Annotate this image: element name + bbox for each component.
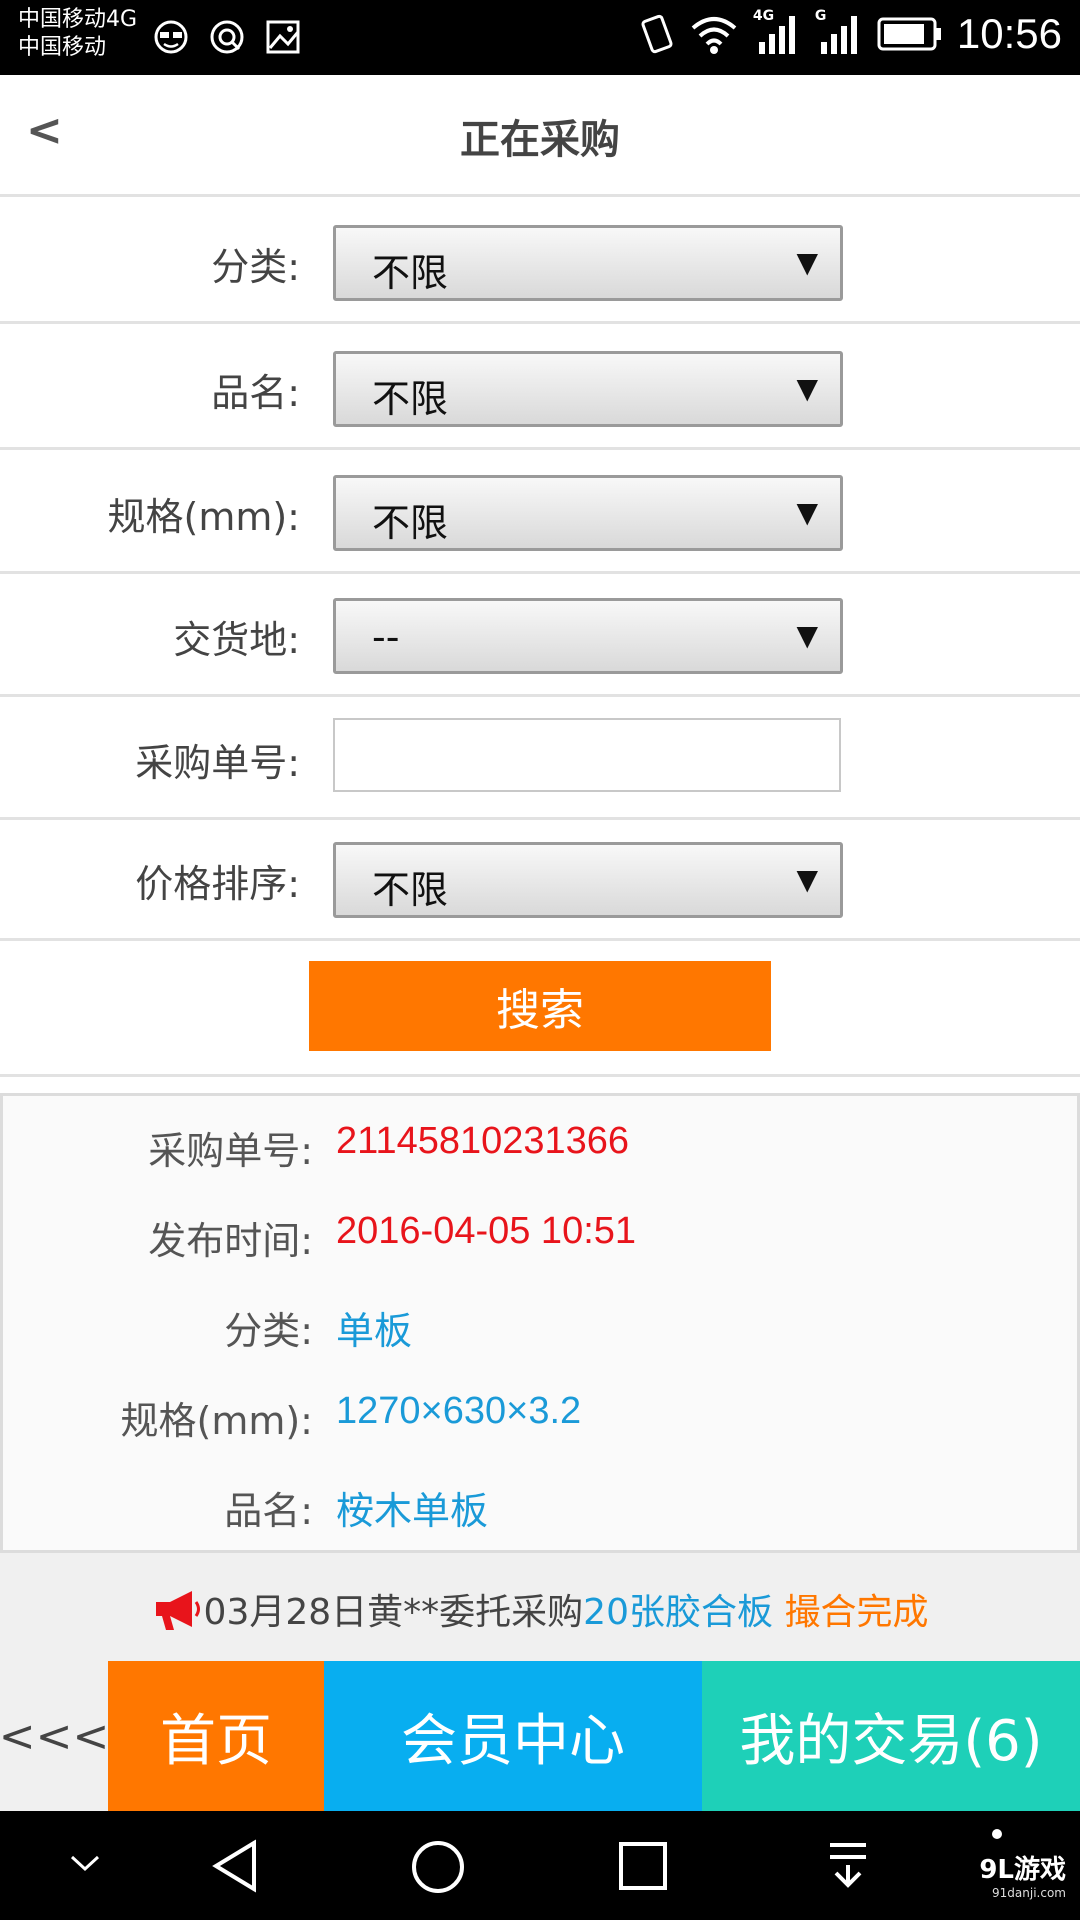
result-category-row: 分类: 单板 [3,1282,1077,1372]
delivery-select[interactable]: -- ▼ [333,598,843,674]
result-order-no-value: 21145810231366 [336,1120,630,1162]
result-order-no-label: 采购单号: [148,1129,313,1173]
result-category-label: 分类: [224,1309,313,1353]
vibrate-icon [641,14,673,54]
signal-4g-icon: 4G [753,8,801,56]
app-header: < 正在采购 [0,75,1080,197]
carrier-line-1: 中国移动4G [18,7,138,32]
nav-home-button[interactable]: 首页 [108,1661,324,1811]
home-circle-icon[interactable] [410,1839,466,1895]
nav-back-button[interactable]: <<< [0,1661,109,1811]
search-area: 搜索 [0,940,1080,1077]
category-select[interactable]: 不限 ▼ [333,225,843,301]
nav-my-trades-button[interactable]: 我的交易(6) [702,1661,1080,1811]
price-sort-select-value: 不限 [372,868,449,912]
signal-g-icon: G [815,8,863,56]
notice-message: 03月28日黄**委托采购20张胶合板 撮合完成 [0,1583,1080,1635]
dropdown-arrow-icon: ▼ [796,246,818,279]
product-select-value: 不限 [372,377,449,421]
notification-icons [152,18,302,56]
result-product-label: 品名: [224,1489,313,1533]
category-label: 分类: [211,245,300,289]
filter-row-price-sort: 价格排序: 不限 ▼ [0,817,1080,941]
notification-pulldown-icon[interactable] [826,1839,870,1891]
price-sort-label: 价格排序: [135,862,300,906]
bottom-nav: <<< 首页 会员中心 我的交易(6) [0,1661,1080,1811]
result-product-value: 桉木单板 [336,1491,489,1533]
result-spec-value: 1270×630×3.2 [336,1390,582,1432]
result-order-no-row: 采购单号: 21145810231366 [3,1102,1077,1192]
result-spec-row: 规格(mm): 1270×630×3.2 [3,1372,1077,1462]
category-select-value: 不限 [372,251,449,295]
filter-row-delivery: 交货地: -- ▼ [0,573,1080,697]
dropdown-arrow-icon: ▼ [796,496,818,529]
search-button[interactable]: 搜索 [309,961,771,1051]
menu-dot-icon[interactable] [990,1827,1004,1841]
back-triangle-icon[interactable] [210,1839,260,1893]
spec-select-value: 不限 [372,501,449,545]
filter-row-product: 品名: 不限 ▼ [0,326,1080,450]
result-publish-time-label: 发布时间: [148,1219,313,1263]
system-nav-bar: 9L游戏 91danji.com [0,1811,1080,1920]
order-no-input[interactable] [333,718,841,792]
dropdown-arrow-icon: ▼ [796,863,818,896]
battery-icon [877,17,941,51]
dropdown-arrow-icon: ▼ [796,619,818,652]
nav-member-center-button[interactable]: 会员中心 [324,1661,702,1811]
result-product-row: 品名: 桉木单板 [3,1462,1077,1550]
product-select[interactable]: 不限 ▼ [333,351,843,427]
carrier-line-2: 中国移动 [18,35,107,60]
filter-row-order-no: 采购单号: [0,696,1080,820]
result-spec-label: 规格(mm): [120,1399,314,1443]
image-icon [266,20,300,54]
notice-bar: 03月28日黄**委托采购20张胶合板 撮合完成 [0,1553,1080,1661]
status-bar: 中国移动4G 中国移动 4G G 10:56 [0,0,1080,75]
app-badge-icon [210,20,244,54]
megaphone-icon [155,1591,200,1630]
spec-label: 规格(mm): [107,495,301,539]
watermark-site-text: 91danji.com [992,1886,1066,1900]
carrier-info: 中国移动4G 中国移动 [18,6,137,62]
site-watermark-logo: 9L游戏 91danji.com [979,1849,1066,1900]
wifi-icon [691,17,737,54]
system-status-icons: 4G G 10:56 [639,8,1062,58]
notice-status: 撮合完成 [784,1592,929,1633]
watermark-logo-text: 9L游戏 [979,1855,1066,1885]
chevron-down-icon[interactable] [68,1851,102,1875]
delivery-select-value: -- [372,615,400,659]
notice-item: 20张胶合板 [583,1592,773,1633]
result-publish-time-row: 发布时间: 2016-04-05 10:51 [3,1192,1077,1282]
result-publish-time-value: 2016-04-05 10:51 [336,1210,637,1252]
price-sort-select[interactable]: 不限 ▼ [333,842,843,918]
filter-row-spec: 规格(mm): 不限 ▼ [0,450,1080,574]
notice-text: 03月28日黄**委托采购 [203,1592,584,1633]
glasses-face-icon [154,20,188,54]
spec-select[interactable]: 不限 ▼ [333,475,843,551]
delivery-label: 交货地: [173,618,300,662]
page-title: 正在采购 [460,117,620,163]
recents-square-icon[interactable] [618,1841,668,1891]
purchase-card[interactable]: 采购单号: 21145810231366 发布时间: 2016-04-05 10… [0,1093,1080,1553]
filter-row-category: 分类: 不限 ▼ [0,200,1080,324]
order-no-label: 采购单号: [135,741,300,785]
dropdown-arrow-icon: ▼ [796,372,818,405]
clock: 10:56 [956,10,1062,57]
result-category-value: 单板 [336,1311,413,1353]
product-label: 品名: [211,371,300,415]
